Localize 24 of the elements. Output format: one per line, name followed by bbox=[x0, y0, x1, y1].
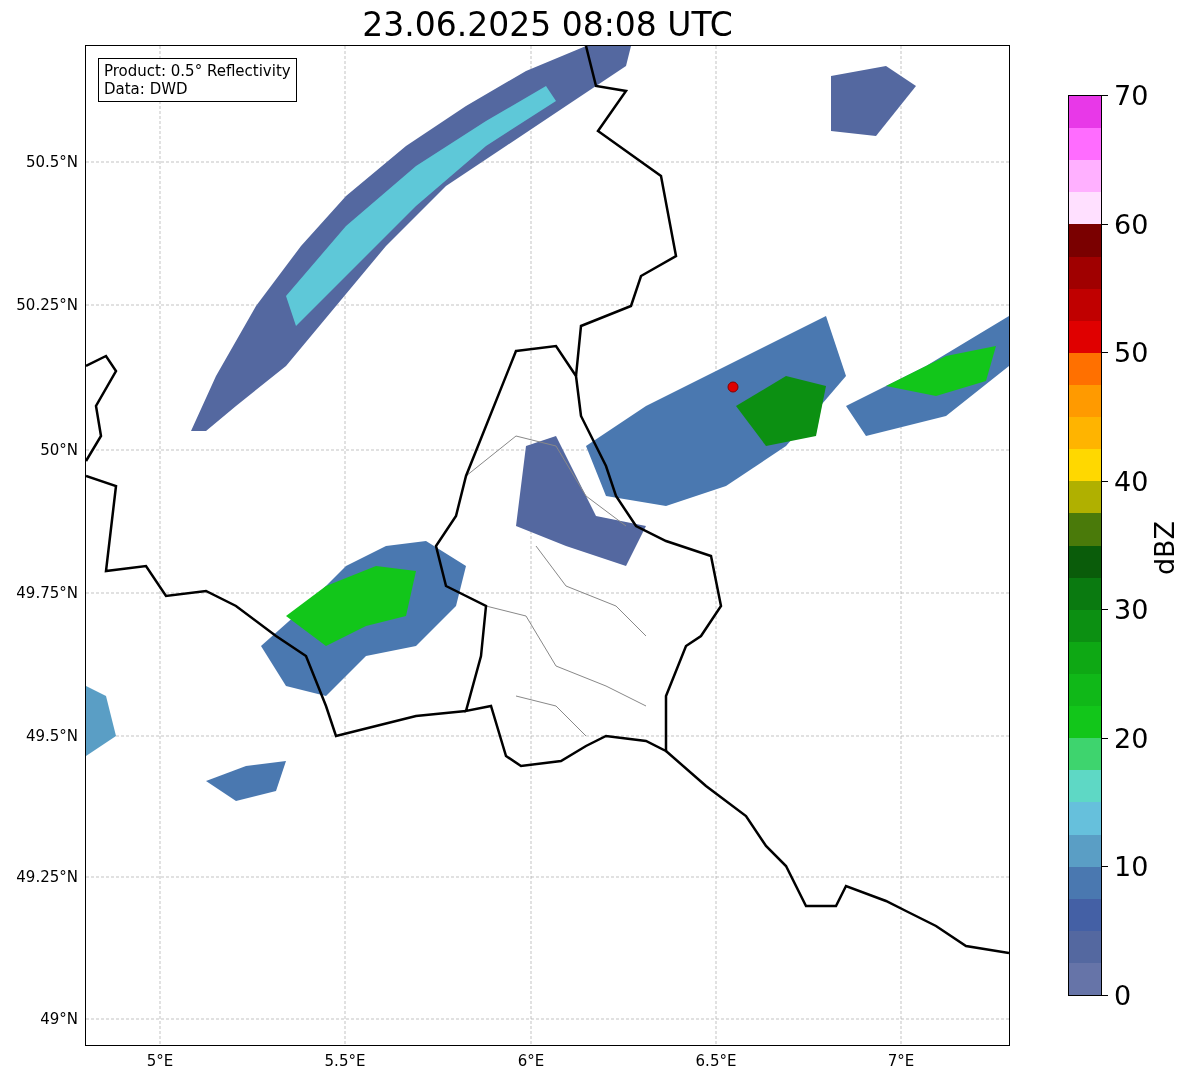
axis-tick-label: 5.5°E bbox=[324, 1052, 366, 1070]
legend-text: Data: DWD bbox=[104, 80, 189, 98]
axis-tick-label: 6.5°E bbox=[695, 1052, 737, 1070]
axis-tick-label: 7°E bbox=[887, 1052, 915, 1070]
axis-tick-label: 5°E bbox=[146, 1052, 174, 1070]
colorbar-tick-label: 0 bbox=[1114, 981, 1132, 1009]
axis-tick-label: 50.5°N bbox=[25, 153, 78, 171]
axis-tick-label: 6°E bbox=[517, 1052, 545, 1070]
colorbar-tick-label: 30 bbox=[1114, 595, 1149, 623]
axis-tick-label: 49°N bbox=[40, 1010, 78, 1028]
axis-tick-label: 50.25°N bbox=[16, 296, 78, 314]
axis-tick-label: 49.25°N bbox=[16, 868, 78, 886]
chart-title: 23.06.2025 08:08 UTC bbox=[362, 8, 733, 45]
colorbar-tick-label: 50 bbox=[1114, 338, 1149, 366]
axis-tick-label: 50°N bbox=[40, 441, 78, 459]
axis-tick-label: 49.75°N bbox=[16, 584, 78, 602]
colorbar-label: dBZ bbox=[1148, 520, 1180, 576]
colorbar-tick-label: 10 bbox=[1114, 852, 1149, 880]
colorbar-tick-label: 40 bbox=[1114, 467, 1149, 495]
colorbar-tick-label: 70 bbox=[1114, 81, 1149, 109]
legend-text: Product: 0.5° Reflectivity bbox=[104, 62, 291, 80]
axis-tick-label: 49.5°N bbox=[25, 727, 78, 745]
colorbar-tick-label: 20 bbox=[1114, 724, 1149, 752]
colorbar-tick-label: 60 bbox=[1114, 210, 1149, 238]
